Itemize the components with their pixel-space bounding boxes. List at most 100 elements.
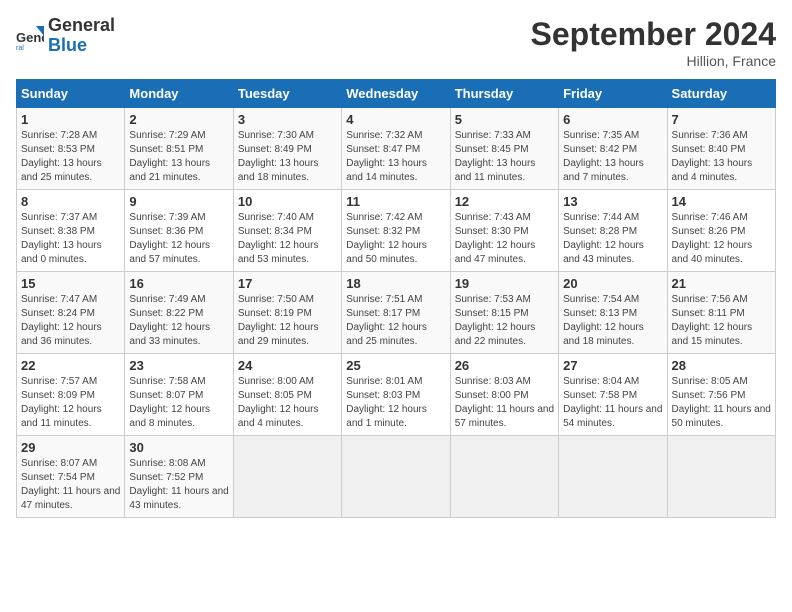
column-header-friday: Friday: [559, 80, 667, 108]
calendar-cell: 16 Sunrise: 7:49 AMSunset: 8:22 PMDaylig…: [125, 272, 233, 354]
day-info: Sunrise: 7:58 AMSunset: 8:07 PMDaylight:…: [129, 375, 228, 431]
calendar-cell: [559, 436, 667, 518]
day-info: Sunrise: 8:07 AMSunset: 7:54 PMDaylight:…: [21, 457, 120, 513]
logo-icon: Gene ral: [16, 22, 44, 50]
column-header-saturday: Saturday: [667, 80, 775, 108]
calendar-cell: 23 Sunrise: 7:58 AMSunset: 8:07 PMDaylig…: [125, 354, 233, 436]
day-info: Sunrise: 7:43 AMSunset: 8:30 PMDaylight:…: [455, 211, 554, 267]
day-info: Sunrise: 7:32 AMSunset: 8:47 PMDaylight:…: [346, 129, 445, 185]
day-info: Sunrise: 7:57 AMSunset: 8:09 PMDaylight:…: [21, 375, 120, 431]
column-header-sunday: Sunday: [17, 80, 125, 108]
logo-line2: Blue: [48, 36, 115, 56]
day-info: Sunrise: 7:49 AMSunset: 8:22 PMDaylight:…: [129, 293, 228, 349]
day-number: 27: [563, 358, 662, 373]
week-row-2: 8 Sunrise: 7:37 AMSunset: 8:38 PMDayligh…: [17, 190, 776, 272]
calendar-cell: [233, 436, 341, 518]
calendar-cell: 24 Sunrise: 8:00 AMSunset: 8:05 PMDaylig…: [233, 354, 341, 436]
day-number: 17: [238, 276, 337, 291]
week-row-4: 22 Sunrise: 7:57 AMSunset: 8:09 PMDaylig…: [17, 354, 776, 436]
calendar-cell: 4 Sunrise: 7:32 AMSunset: 8:47 PMDayligh…: [342, 108, 450, 190]
calendar-cell: 26 Sunrise: 8:03 AMSunset: 8:00 PMDaylig…: [450, 354, 558, 436]
day-info: Sunrise: 7:36 AMSunset: 8:40 PMDaylight:…: [672, 129, 771, 185]
day-info: Sunrise: 7:40 AMSunset: 8:34 PMDaylight:…: [238, 211, 337, 267]
calendar-cell: [342, 436, 450, 518]
calendar-cell: 29 Sunrise: 8:07 AMSunset: 7:54 PMDaylig…: [17, 436, 125, 518]
week-row-3: 15 Sunrise: 7:47 AMSunset: 8:24 PMDaylig…: [17, 272, 776, 354]
calendar-cell: 22 Sunrise: 7:57 AMSunset: 8:09 PMDaylig…: [17, 354, 125, 436]
day-info: Sunrise: 7:54 AMSunset: 8:13 PMDaylight:…: [563, 293, 662, 349]
week-row-5: 29 Sunrise: 8:07 AMSunset: 7:54 PMDaylig…: [17, 436, 776, 518]
day-info: Sunrise: 8:05 AMSunset: 7:56 PMDaylight:…: [672, 375, 771, 431]
day-info: Sunrise: 7:42 AMSunset: 8:32 PMDaylight:…: [346, 211, 445, 267]
day-info: Sunrise: 7:47 AMSunset: 8:24 PMDaylight:…: [21, 293, 120, 349]
column-header-thursday: Thursday: [450, 80, 558, 108]
calendar-cell: 30 Sunrise: 8:08 AMSunset: 7:52 PMDaylig…: [125, 436, 233, 518]
day-info: Sunrise: 7:28 AMSunset: 8:53 PMDaylight:…: [21, 129, 120, 185]
calendar-cell: 17 Sunrise: 7:50 AMSunset: 8:19 PMDaylig…: [233, 272, 341, 354]
calendar-cell: 27 Sunrise: 8:04 AMSunset: 7:58 PMDaylig…: [559, 354, 667, 436]
day-number: 10: [238, 194, 337, 209]
calendar-cell: 1 Sunrise: 7:28 AMSunset: 8:53 PMDayligh…: [17, 108, 125, 190]
calendar-cell: 11 Sunrise: 7:42 AMSunset: 8:32 PMDaylig…: [342, 190, 450, 272]
day-number: 20: [563, 276, 662, 291]
day-info: Sunrise: 7:53 AMSunset: 8:15 PMDaylight:…: [455, 293, 554, 349]
day-number: 1: [21, 112, 120, 127]
day-info: Sunrise: 7:50 AMSunset: 8:19 PMDaylight:…: [238, 293, 337, 349]
calendar-cell: 15 Sunrise: 7:47 AMSunset: 8:24 PMDaylig…: [17, 272, 125, 354]
day-number: 28: [672, 358, 771, 373]
day-number: 24: [238, 358, 337, 373]
day-number: 30: [129, 440, 228, 455]
day-number: 14: [672, 194, 771, 209]
day-number: 25: [346, 358, 445, 373]
day-number: 18: [346, 276, 445, 291]
day-number: 5: [455, 112, 554, 127]
calendar-cell: 25 Sunrise: 8:01 AMSunset: 8:03 PMDaylig…: [342, 354, 450, 436]
day-info: Sunrise: 8:04 AMSunset: 7:58 PMDaylight:…: [563, 375, 662, 431]
month-title: September 2024: [531, 16, 776, 53]
calendar-cell: 5 Sunrise: 7:33 AMSunset: 8:45 PMDayligh…: [450, 108, 558, 190]
day-number: 13: [563, 194, 662, 209]
day-number: 4: [346, 112, 445, 127]
column-header-monday: Monday: [125, 80, 233, 108]
calendar-cell: 6 Sunrise: 7:35 AMSunset: 8:42 PMDayligh…: [559, 108, 667, 190]
calendar-cell: [450, 436, 558, 518]
day-number: 9: [129, 194, 228, 209]
calendar-cell: 2 Sunrise: 7:29 AMSunset: 8:51 PMDayligh…: [125, 108, 233, 190]
calendar-cell: 9 Sunrise: 7:39 AMSunset: 8:36 PMDayligh…: [125, 190, 233, 272]
day-info: Sunrise: 7:29 AMSunset: 8:51 PMDaylight:…: [129, 129, 228, 185]
page-header: Gene ral General Blue September 2024 Hil…: [16, 16, 776, 69]
day-info: Sunrise: 7:33 AMSunset: 8:45 PMDaylight:…: [455, 129, 554, 185]
calendar-cell: [667, 436, 775, 518]
column-header-wednesday: Wednesday: [342, 80, 450, 108]
logo-line1: General: [48, 16, 115, 36]
day-number: 12: [455, 194, 554, 209]
day-info: Sunrise: 7:35 AMSunset: 8:42 PMDaylight:…: [563, 129, 662, 185]
day-number: 8: [21, 194, 120, 209]
calendar-cell: 10 Sunrise: 7:40 AMSunset: 8:34 PMDaylig…: [233, 190, 341, 272]
logo: Gene ral General Blue: [16, 16, 115, 56]
calendar-table: SundayMondayTuesdayWednesdayThursdayFrid…: [16, 79, 776, 518]
day-number: 7: [672, 112, 771, 127]
day-info: Sunrise: 7:56 AMSunset: 8:11 PMDaylight:…: [672, 293, 771, 349]
day-number: 22: [21, 358, 120, 373]
title-block: September 2024 Hillion, France: [531, 16, 776, 69]
day-info: Sunrise: 7:44 AMSunset: 8:28 PMDaylight:…: [563, 211, 662, 267]
logo-text: General Blue: [48, 16, 115, 56]
day-number: 2: [129, 112, 228, 127]
day-info: Sunrise: 7:37 AMSunset: 8:38 PMDaylight:…: [21, 211, 120, 267]
day-number: 26: [455, 358, 554, 373]
calendar-cell: 13 Sunrise: 7:44 AMSunset: 8:28 PMDaylig…: [559, 190, 667, 272]
svg-text:Gene: Gene: [16, 30, 44, 45]
day-number: 6: [563, 112, 662, 127]
calendar-cell: 21 Sunrise: 7:56 AMSunset: 8:11 PMDaylig…: [667, 272, 775, 354]
calendar-cell: 20 Sunrise: 7:54 AMSunset: 8:13 PMDaylig…: [559, 272, 667, 354]
day-number: 11: [346, 194, 445, 209]
day-info: Sunrise: 7:51 AMSunset: 8:17 PMDaylight:…: [346, 293, 445, 349]
header-row: SundayMondayTuesdayWednesdayThursdayFrid…: [17, 80, 776, 108]
svg-text:ral: ral: [16, 45, 24, 50]
day-info: Sunrise: 7:30 AMSunset: 8:49 PMDaylight:…: [238, 129, 337, 185]
day-number: 15: [21, 276, 120, 291]
calendar-cell: 14 Sunrise: 7:46 AMSunset: 8:26 PMDaylig…: [667, 190, 775, 272]
day-info: Sunrise: 7:39 AMSunset: 8:36 PMDaylight:…: [129, 211, 228, 267]
day-info: Sunrise: 8:00 AMSunset: 8:05 PMDaylight:…: [238, 375, 337, 431]
